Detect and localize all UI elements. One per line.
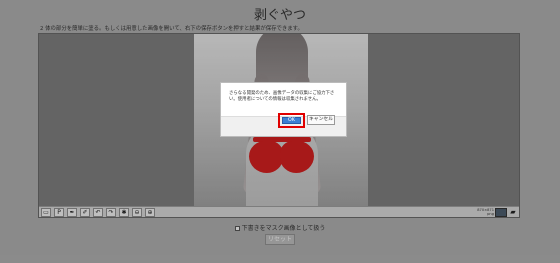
cancel-button[interactable]: キャンセル <box>307 115 335 125</box>
consent-dialog: さらなる開発のため、画像データの収集にご協力下さい。使用者についての情報は収集さ… <box>220 82 347 137</box>
dialog-message: さらなる開発のため、画像データの収集にご協力下さい。使用者についての情報は収集さ… <box>229 91 335 102</box>
ok-highlight-frame: OK <box>278 113 305 128</box>
ok-button[interactable]: OK <box>282 117 301 124</box>
